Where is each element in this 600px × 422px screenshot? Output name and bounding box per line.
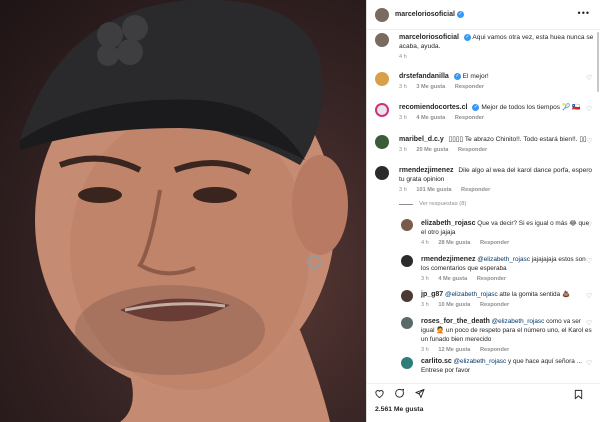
replier-avatar[interactable] [401, 317, 413, 329]
caption-time: 4 h [399, 54, 407, 60]
reply-button[interactable]: Responder [455, 115, 484, 121]
reply-username[interactable]: jp_g87 [421, 291, 443, 298]
comment-text: El mejor! [462, 73, 489, 80]
post-photo [0, 0, 367, 422]
comments-panel: marceloriosoficial ✓ ••• marceloriosofic… [367, 0, 600, 422]
reply-mention[interactable]: @elizabeth_rojasc [445, 291, 498, 298]
comment-item: maribel_d.c.y ▯▯▯▯ Te abrazo Chinito!!. … [375, 135, 595, 153]
comment-text: ▯▯▯▯ Te abrazo Chinito!!. Todo estará bi… [448, 136, 587, 143]
verified-badge-icon: ✓ [463, 33, 471, 41]
verified-badge-icon: ✓ [453, 72, 461, 80]
comment-item: drstefandanilla ✓ El mejor! 3 h 3 Me gust… [375, 72, 595, 90]
reply-button[interactable]: Responder [461, 187, 490, 193]
commenter-avatar[interactable] [375, 135, 389, 149]
reply-mention[interactable]: @elizabeth_rojasc [492, 318, 545, 325]
heart-icon[interactable]: ♡ [586, 106, 593, 113]
reply-item: carlito.sc @elizabeth_rojasc y que hace … [401, 357, 595, 373]
bookmark-icon[interactable] [572, 388, 584, 400]
reply-likes[interactable]: 28 Me gusta [438, 240, 470, 246]
comment-time: 3 h [399, 84, 407, 90]
comment-likes[interactable]: 101 Me gusta [416, 187, 451, 193]
comment-time: 3 h [399, 187, 407, 193]
heart-icon[interactable]: ♡ [586, 222, 593, 229]
view-replies-button[interactable]: Ver respuestas (8) [399, 201, 466, 207]
heart-icon[interactable]: ♡ [586, 138, 593, 145]
reply-username[interactable]: elizabeth_rojasc [421, 220, 475, 227]
reply-button[interactable]: Responder [480, 240, 509, 246]
comment-item: rmendezjimenez Dile algo al wea del karo… [375, 166, 595, 193]
caption: marceloriosoficial ✓ Aqui vamos otra vez,… [375, 33, 595, 60]
author-avatar[interactable] [375, 7, 389, 22]
replier-avatar[interactable] [401, 357, 413, 369]
post-header: marceloriosoficial ✓ ••• [367, 0, 600, 30]
comment-item: recomiendocortes.cl ✓ Mejor de todos los … [375, 103, 595, 121]
share-icon[interactable] [413, 388, 425, 400]
heart-icon[interactable]: ♡ [586, 258, 593, 265]
comment-username[interactable]: maribel_d.c.y [399, 136, 444, 143]
replier-avatar[interactable] [401, 255, 413, 267]
reply-button[interactable]: Responder [480, 302, 509, 308]
caption-username[interactable]: marceloriosoficial [399, 34, 459, 41]
heart-icon[interactable]: ♡ [586, 75, 593, 82]
reply-likes[interactable]: 12 Me gusta [438, 347, 470, 353]
comment-username[interactable]: recomiendocortes.cl [399, 104, 467, 111]
heart-icon[interactable] [373, 388, 385, 400]
reply-username[interactable]: carlito.sc [421, 358, 452, 365]
author-username[interactable]: marceloriosoficial [395, 11, 455, 18]
heart-icon[interactable]: ♡ [586, 169, 593, 176]
comment-time: 3 h [399, 115, 407, 121]
divider-line [399, 203, 413, 205]
reply-item: rmendezjimenez @elizabeth_rojasc jajajaj… [401, 255, 595, 282]
commenter-avatar[interactable] [375, 72, 389, 86]
heart-icon[interactable]: ♡ [586, 320, 593, 327]
man-in-cap-image [20, 0, 348, 422]
action-bar [367, 383, 600, 403]
heart-icon[interactable]: ♡ [586, 360, 593, 367]
comment-text: Mejor de todos los tiempos 🎾 🇨🇱 [481, 104, 581, 111]
reply-time: 3 h [421, 302, 429, 308]
reply-item: elizabeth_rojasc Que va decir? Si es igu… [401, 219, 595, 246]
reply-button[interactable]: Responder [458, 147, 487, 153]
reply-item: jp_g87 @elizabeth_rojasc atte la gomita … [401, 290, 595, 308]
likes-count[interactable]: 2.561 Me gusta [375, 406, 423, 413]
comment-time: 3 h [399, 147, 407, 153]
reply-text: atte la gomita sentida 💩 [499, 291, 570, 298]
reply-button[interactable]: Responder [480, 347, 509, 353]
reply-username[interactable]: roses_for_the_death [421, 318, 490, 325]
comments-list: marceloriosoficial ✓ Aqui vamos otra vez,… [367, 31, 600, 373]
more-options-icon[interactable]: ••• [578, 8, 590, 18]
verified-badge-icon: ✓ [472, 103, 480, 111]
reply-item: roses_for_the_death @elizabeth_rojasc co… [401, 317, 595, 353]
reply-button[interactable]: Responder [455, 84, 484, 90]
comment-username[interactable]: rmendezjimenez [399, 167, 453, 174]
comment-likes[interactable]: 20 Me gusta [416, 147, 448, 153]
reply-likes[interactable]: 4 Me gusta [438, 276, 467, 282]
reply-time: 4 h [421, 240, 429, 246]
comment-username[interactable]: drstefandanilla [399, 73, 449, 80]
comment-likes[interactable]: 3 Me gusta [416, 84, 445, 90]
commenter-avatar[interactable] [375, 166, 389, 180]
replier-avatar[interactable] [401, 290, 413, 302]
replier-avatar[interactable] [401, 219, 413, 231]
view-replies-label: Ver respuestas (8) [419, 201, 467, 207]
commenter-avatar[interactable] [375, 103, 389, 117]
reply-likes[interactable]: 10 Me gusta [438, 302, 470, 308]
author-avatar[interactable] [375, 33, 389, 47]
heart-icon[interactable]: ♡ [586, 293, 593, 300]
comment-icon[interactable] [393, 388, 405, 400]
reply-time: 3 h [421, 347, 429, 353]
reply-mention[interactable]: @elizabeth_rojasc [454, 358, 507, 365]
reply-username[interactable]: rmendezjimenez [421, 256, 475, 263]
verified-badge-icon: ✓ [456, 11, 464, 18]
reply-mention[interactable]: @elizabeth_rojasc [477, 256, 530, 263]
reply-time: 3 h [421, 276, 429, 282]
reply-button[interactable]: Responder [477, 276, 506, 282]
comment-likes[interactable]: 4 Me gusta [416, 115, 445, 121]
